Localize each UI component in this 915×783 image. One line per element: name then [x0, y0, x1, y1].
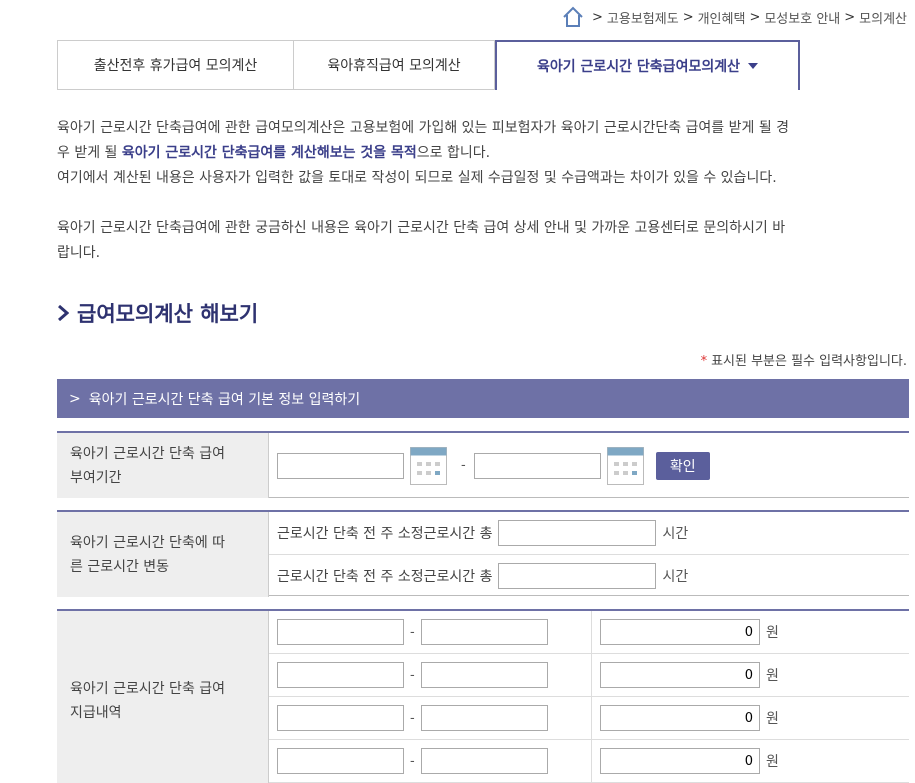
breadcrumb-separator: > — [844, 9, 856, 25]
range-dash: - — [410, 753, 415, 769]
payment-amount-input[interactable] — [600, 662, 760, 688]
range-dash: - — [410, 667, 415, 683]
payment-end-input[interactable] — [420, 705, 548, 731]
intro-line: 육아기 근로시간 단축급여에 관한 급여모의계산은 고용보험에 가입해 있는 피… — [57, 120, 790, 136]
payment-row: - 원 — [269, 740, 909, 783]
payments-label: 육아기 근로시간 단축 급여 지급내역 — [57, 611, 269, 783]
required-star-icon: * — [700, 354, 708, 369]
hours-table: 육아기 근로시간 단축에 따른 근로시간 변동 근로시간 단축 전 주 소정근로… — [57, 510, 909, 597]
caret-down-icon — [747, 63, 758, 69]
payment-start-input[interactable] — [277, 662, 404, 688]
hours-row: 근로시간 단축 전 주 소정근로시간 총 시간 — [269, 554, 909, 596]
payment-end-input[interactable] — [420, 748, 548, 774]
form-band-header: > 육아기 근로시간 단축 급여 기본 정보 입력하기 — [57, 379, 909, 418]
tab-maternity-leave[interactable]: 출산전후 휴가급여 모의계산 — [57, 40, 294, 90]
intro-emphasis: 육아기 근로시간 단축급여를 계산해보는 것을 목적 — [121, 145, 417, 161]
payment-amount-input[interactable] — [600, 619, 760, 645]
chevron-right-icon: > — [69, 390, 81, 407]
intro-line: 랍니다. — [57, 245, 101, 261]
tab-bar: 출산전후 휴가급여 모의계산 육아휴직급여 모의계산 육아기 근로시간 단축급여… — [57, 40, 800, 90]
payment-end-input[interactable] — [420, 619, 548, 645]
tab-label: 육아휴직급여 모의계산 — [327, 58, 461, 74]
amount-unit: 원 — [766, 625, 779, 641]
section-title: 급여모의계산 해보기 — [57, 298, 258, 328]
payment-end-input[interactable] — [420, 662, 548, 688]
payment-start-input[interactable] — [277, 748, 404, 774]
intro-line: 여기에서 계산된 내용은 사용자가 입력한 값을 토대로 작성이 되므로 실제 … — [57, 170, 777, 186]
payment-row: - 원 — [269, 654, 909, 697]
breadcrumb-separator: > — [592, 9, 603, 25]
range-dash: - — [461, 458, 466, 473]
payment-start-input[interactable] — [277, 705, 404, 731]
payments-table: 육아기 근로시간 단축 급여지급내역 - 원 - — [57, 609, 909, 783]
home-icon[interactable] — [562, 6, 584, 28]
payment-amount-input[interactable] — [600, 748, 760, 774]
hours-unit: 시간 — [662, 568, 689, 585]
calendar-icon[interactable] — [410, 446, 447, 485]
breadcrumb-item-maternity[interactable]: 모성보호 안내 — [764, 8, 840, 27]
tab-reduced-hours[interactable]: 육아기 근로시간 단축급여모의계산 — [495, 40, 800, 90]
breadcrumb-separator: > — [682, 9, 694, 25]
range-dash: - — [410, 710, 415, 726]
confirm-button[interactable]: 확인 — [655, 451, 710, 480]
payment-row: - 원 — [269, 697, 909, 740]
amount-unit: 원 — [766, 754, 779, 770]
payment-start-input[interactable] — [277, 619, 404, 645]
section-title-text: 급여모의계산 해보기 — [77, 302, 259, 326]
breadcrumb-item-simulation[interactable]: 모의계산 — [859, 8, 907, 27]
hours-unit: 시간 — [662, 526, 689, 542]
breadcrumb: > 고용보험제도 > 개인혜택 > 모성보호 안내 > 모의계산 — [562, 6, 907, 28]
hours-row-label: 근로시간 단축 전 주 소정근로시간 총 — [277, 526, 493, 542]
range-dash: - — [410, 624, 415, 640]
hours-after-input[interactable] — [498, 562, 657, 589]
breadcrumb-item-insurance[interactable]: 고용보험제도 — [607, 8, 679, 27]
intro-line: 육아기 근로시간 단축급여에 관한 궁금하신 내용은 육아기 근로시간 단축 급… — [57, 220, 786, 236]
period-label: 육아기 근로시간 단축 급여 부여기간 — [57, 433, 269, 498]
period-start-input[interactable] — [277, 452, 404, 479]
period-table: 육아기 근로시간 단축 급여 부여기간 - 확인 — [57, 431, 909, 498]
band-title: 육아기 근로시간 단축 급여 기본 정보 입력하기 — [88, 391, 361, 408]
intro-text: 육아기 근로시간 단축급여에 관한 급여모의계산은 고용보험에 가입해 있는 피… — [57, 116, 909, 266]
amount-unit: 원 — [766, 668, 779, 684]
payment-row: - 원 — [269, 611, 909, 654]
hours-label: 육아기 근로시간 단축에 따른 근로시간 변동 — [57, 512, 269, 597]
tab-label: 육아기 근로시간 단축급여모의계산 — [537, 59, 740, 75]
tab-label: 출산전후 휴가급여 모의계산 — [93, 58, 258, 74]
period-end-input[interactable] — [473, 452, 601, 479]
amount-unit: 원 — [766, 711, 779, 727]
breadcrumb-separator: > — [749, 9, 761, 25]
tab-parental-leave[interactable]: 육아휴직급여 모의계산 — [294, 40, 495, 90]
hours-row: 근로시간 단축 전 주 소정근로시간 총 시간 — [269, 512, 909, 554]
payment-amount-input[interactable] — [600, 705, 760, 731]
intro-line: 우 받게 될 육아기 근로시간 단축급여를 계산해보는 것을 목적으로 합니다. — [57, 145, 491, 161]
chevron-right-icon — [58, 305, 69, 321]
required-note: * 표시된 부분은 필수 입력사항입니다. — [700, 354, 907, 369]
hours-row-label: 근로시간 단축 전 주 소정근로시간 총 — [277, 568, 493, 585]
calendar-icon[interactable] — [606, 446, 644, 485]
hours-before-input[interactable] — [498, 520, 657, 546]
breadcrumb-item-benefits[interactable]: 개인혜택 — [698, 8, 746, 27]
